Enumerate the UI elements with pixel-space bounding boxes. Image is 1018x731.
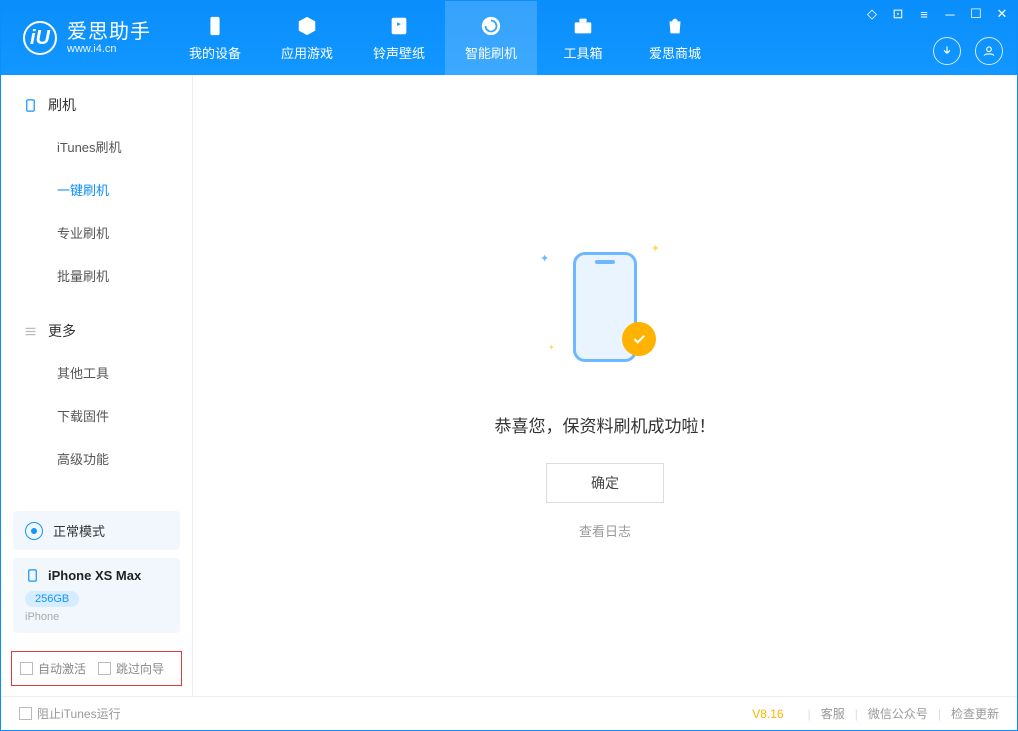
sidebar-item-other-tools[interactable]: 其他工具	[1, 351, 192, 394]
logo-icon: iU	[23, 21, 57, 55]
refresh-icon	[479, 14, 503, 38]
tab-apps-games[interactable]: 应用游戏	[261, 1, 353, 75]
footer-link-wechat[interactable]: 微信公众号	[868, 705, 928, 722]
body: 刷机 iTunes刷机 一键刷机 专业刷机 批量刷机 更多 其他工具 下载固件 …	[1, 75, 1017, 696]
footer: 阻止iTunes运行 V8.16 | 客服 | 微信公众号 | 检查更新	[1, 696, 1017, 730]
footer-link-support[interactable]: 客服	[821, 705, 845, 722]
header-actions	[933, 37, 1003, 65]
mode-label: 正常模式	[53, 521, 105, 540]
tab-toolbox[interactable]: 工具箱	[537, 1, 629, 75]
minimize-icon[interactable]: ─	[941, 5, 959, 23]
sidebar: 刷机 iTunes刷机 一键刷机 专业刷机 批量刷机 更多 其他工具 下载固件 …	[1, 75, 193, 696]
bag-icon	[663, 14, 687, 38]
tab-label: 爱思商城	[649, 43, 701, 62]
main-tabs: 我的设备 应用游戏 铃声壁纸 智能刷机 工具箱 爱思商城	[169, 1, 721, 75]
tab-ringtone-wallpaper[interactable]: 铃声壁纸	[353, 1, 445, 75]
app-window: iU 爱思助手 www.i4.cn 我的设备 应用游戏 铃声壁纸 智能刷机	[0, 0, 1018, 731]
checkbox-auto-activate[interactable]: 自动激活	[20, 660, 86, 677]
sidebar-section-more: 更多 其他工具 下载固件 高级功能	[1, 301, 192, 484]
success-illustration: ✦ ✦ ✦	[530, 232, 680, 382]
check-badge-icon	[622, 322, 656, 356]
checkbox-label: 跳过向导	[116, 660, 164, 677]
main-content: ✦ ✦ ✦ 恭喜您，保资料刷机成功啦！ 确定 查看日志	[193, 75, 1017, 696]
download-button[interactable]	[933, 37, 961, 65]
device-box[interactable]: iPhone XS Max 256GB iPhone	[13, 558, 180, 633]
sidebar-item-advanced[interactable]: 高级功能	[1, 437, 192, 480]
tab-store[interactable]: 爱思商城	[629, 1, 721, 75]
sidebar-item-pro-flash[interactable]: 专业刷机	[1, 211, 192, 254]
device-type: iPhone	[25, 611, 168, 623]
ok-button[interactable]: 确定	[546, 463, 664, 503]
sparkle-icon: ✦	[540, 252, 549, 265]
music-icon	[387, 14, 411, 38]
footer-link-update[interactable]: 检查更新	[951, 705, 999, 722]
sidebar-item-batch-flash[interactable]: 批量刷机	[1, 254, 192, 297]
tab-smart-flash[interactable]: 智能刷机	[445, 1, 537, 75]
view-log-link[interactable]: 查看日志	[579, 521, 631, 540]
logo-area: iU 爱思助手 www.i4.cn	[1, 1, 169, 75]
app-title: 爱思助手	[67, 21, 151, 43]
checkbox-icon	[19, 707, 32, 720]
sidebar-section-flash: 刷机 iTunes刷机 一键刷机 专业刷机 批量刷机	[1, 75, 192, 301]
tab-label: 铃声壁纸	[373, 43, 425, 62]
tab-my-device[interactable]: 我的设备	[169, 1, 261, 75]
device-name: iPhone XS Max	[48, 568, 141, 583]
phone-icon	[23, 98, 38, 113]
tab-label: 工具箱	[563, 43, 602, 62]
sidebar-item-one-click-flash[interactable]: 一键刷机	[1, 168, 192, 211]
feedback-icon[interactable]: ⊡	[889, 5, 907, 23]
device-icon	[203, 14, 227, 38]
sidebar-title: 更多	[48, 321, 76, 341]
spacer	[1, 484, 192, 503]
tab-label: 应用游戏	[281, 43, 333, 62]
mode-status-icon	[25, 522, 43, 540]
header: iU 爱思助手 www.i4.cn 我的设备 应用游戏 铃声壁纸 智能刷机	[1, 1, 1017, 75]
close-icon[interactable]: ✕	[993, 5, 1011, 23]
storage-badge: 256GB	[25, 591, 79, 607]
menu-icon[interactable]: ≡	[915, 5, 933, 23]
app-subtitle: www.i4.cn	[67, 43, 151, 55]
phone-icon	[25, 568, 40, 583]
mode-box[interactable]: 正常模式	[13, 511, 180, 550]
checkbox-skip-guide[interactable]: 跳过向导	[98, 660, 164, 677]
checkbox-icon	[20, 662, 33, 675]
version-label: V8.16	[752, 707, 783, 721]
footer-right: V8.16 | 客服 | 微信公众号 | 检查更新	[752, 705, 999, 722]
checkbox-label: 自动激活	[38, 660, 86, 677]
title-bar-controls: ◇ ⊡ ≡ ─ ☐ ✕	[863, 5, 1011, 23]
success-message: 恭喜您，保资料刷机成功啦！	[495, 412, 716, 437]
device-head: iPhone XS Max	[25, 568, 168, 583]
cube-icon	[295, 14, 319, 38]
logo-text: 爱思助手 www.i4.cn	[67, 21, 151, 55]
skin-icon[interactable]: ◇	[863, 5, 881, 23]
sidebar-title: 刷机	[48, 95, 76, 115]
user-button[interactable]	[975, 37, 1003, 65]
tab-label: 我的设备	[189, 43, 241, 62]
checkbox-icon	[98, 662, 111, 675]
sparkle-icon: ✦	[651, 242, 660, 255]
list-icon	[23, 324, 38, 339]
toolbox-icon	[571, 14, 595, 38]
highlight-checkbox-row: 自动激活 跳过向导	[11, 651, 182, 686]
tab-label: 智能刷机	[465, 43, 517, 62]
maximize-icon[interactable]: ☐	[967, 5, 985, 23]
sidebar-item-download-firmware[interactable]: 下载固件	[1, 394, 192, 437]
sidebar-head-flash: 刷机	[1, 95, 192, 125]
sidebar-item-itunes-flash[interactable]: iTunes刷机	[1, 125, 192, 168]
checkbox-label: 阻止iTunes运行	[37, 705, 121, 722]
checkbox-block-itunes[interactable]: 阻止iTunes运行	[19, 705, 121, 722]
sidebar-head-more: 更多	[1, 321, 192, 351]
sparkle-icon: ✦	[548, 343, 555, 352]
